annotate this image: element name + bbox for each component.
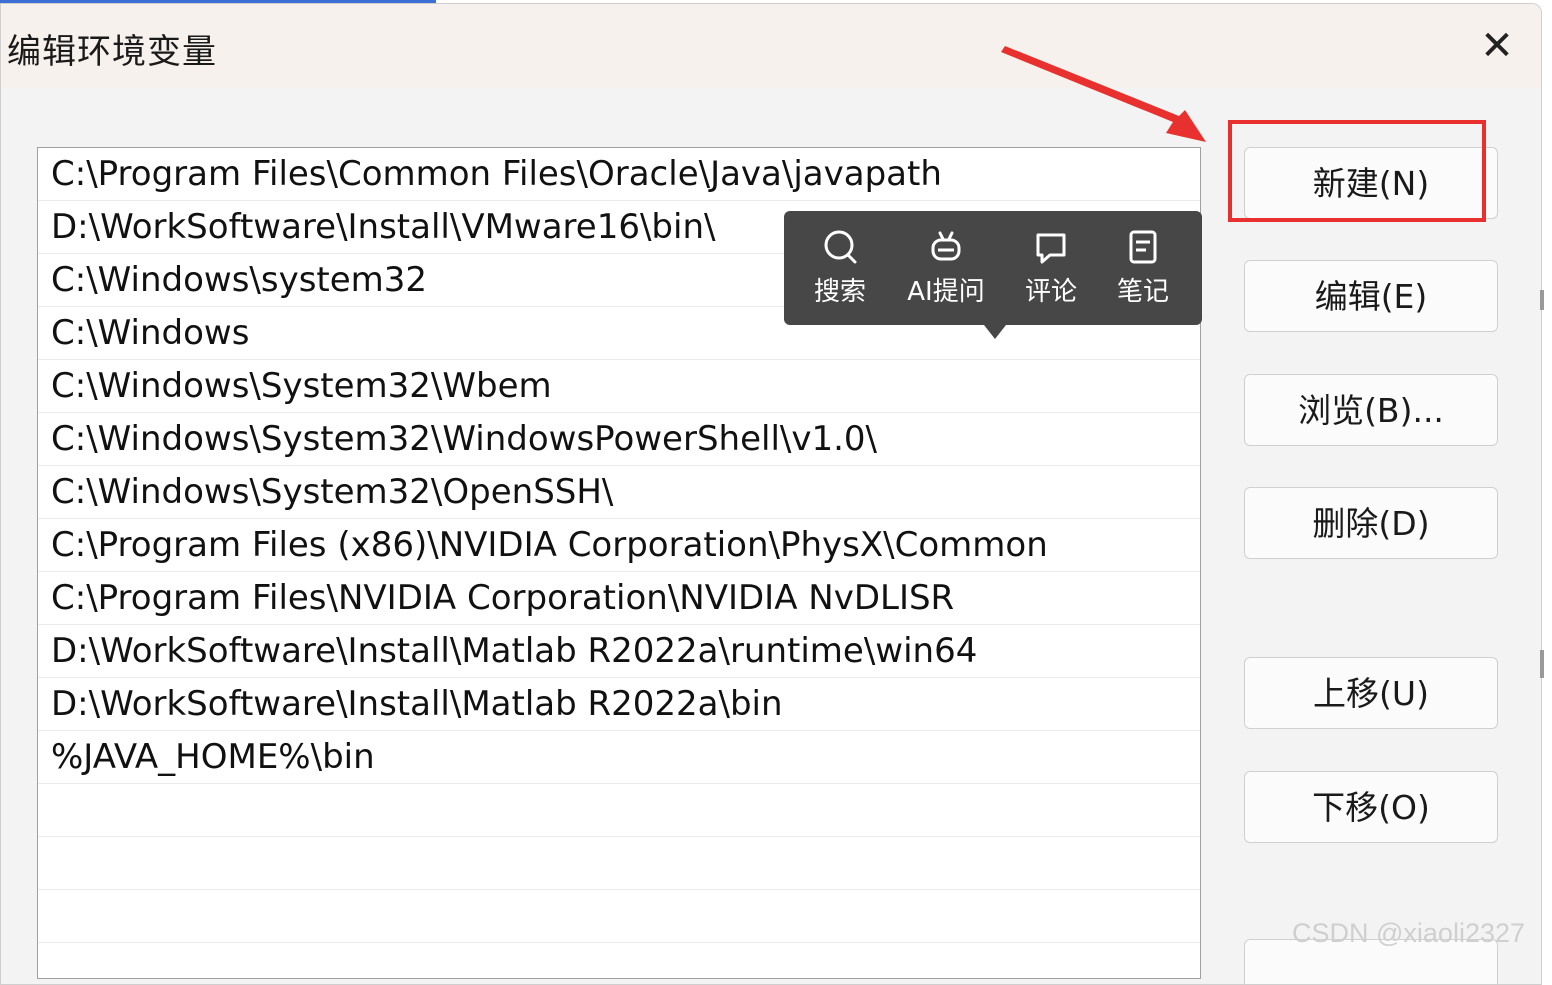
dialog-title: 编辑环境变量 [7, 32, 217, 72]
list-item-empty[interactable] [38, 943, 1200, 978]
edit-button[interactable]: 编辑(E) [1244, 260, 1498, 332]
list-item[interactable]: C:\Program Files (x86)\NVIDIA Corporatio… [38, 519, 1200, 572]
selection-popup-toolbar: 搜索 AI提问 评论 笔记 [784, 211, 1202, 325]
comment-icon [1036, 233, 1066, 264]
popup-ai-button[interactable]: AI提问 [901, 229, 991, 308]
list-item-empty[interactable] [38, 784, 1200, 837]
browse-button[interactable]: 浏览(B)... [1244, 374, 1498, 446]
move-down-button[interactable]: 下移(O) [1244, 771, 1498, 843]
popup-search-label: 搜索 [813, 277, 866, 307]
popup-comment-button[interactable]: 评论 [1006, 229, 1096, 308]
popup-pointer [984, 325, 1006, 339]
popup-comment-label: 评论 [1024, 277, 1077, 307]
search-icon [824, 230, 857, 264]
annotation-arrow-icon [1001, 46, 1206, 142]
list-item[interactable]: D:\WorkSoftware\Install\Matlab R2022a\ru… [38, 625, 1200, 678]
watermark: CSDN @xiaoli2327 [1292, 918, 1526, 948]
popup-ai-label: AI提问 [907, 277, 985, 307]
background-window-edge [1540, 290, 1544, 310]
list-item[interactable]: %JAVA_HOME%\bin [38, 731, 1200, 784]
popup-note-label: 笔记 [1116, 277, 1169, 307]
ai-robot-icon [931, 231, 961, 261]
popup-search-button[interactable]: 搜索 [795, 229, 885, 308]
list-item-empty[interactable] [38, 837, 1200, 890]
list-item-empty[interactable] [38, 890, 1200, 943]
note-icon [1129, 230, 1157, 264]
background-window-edge [1540, 650, 1544, 678]
list-item[interactable]: C:\Windows\System32\Wbem [38, 360, 1200, 413]
delete-button[interactable]: 删除(D) [1244, 487, 1498, 559]
list-item[interactable]: C:\Windows\System32\OpenSSH\ [38, 466, 1200, 519]
list-item[interactable]: C:\Program Files\Common Files\Oracle\Jav… [38, 148, 1200, 201]
move-up-button[interactable]: 上移(U) [1244, 657, 1498, 729]
list-item[interactable]: C:\Windows\System32\WindowsPowerShell\v1… [38, 413, 1200, 466]
annotation-highlight-box [1228, 120, 1486, 222]
list-item[interactable]: C:\Program Files\NVIDIA Corporation\NVID… [38, 572, 1200, 625]
title-bar: 编辑环境变量 ✕ [1, 4, 1541, 88]
close-icon[interactable]: ✕ [1473, 22, 1521, 70]
popup-note-button[interactable]: 笔记 [1098, 229, 1188, 308]
list-item[interactable]: D:\WorkSoftware\Install\Matlab R2022a\bi… [38, 678, 1200, 731]
